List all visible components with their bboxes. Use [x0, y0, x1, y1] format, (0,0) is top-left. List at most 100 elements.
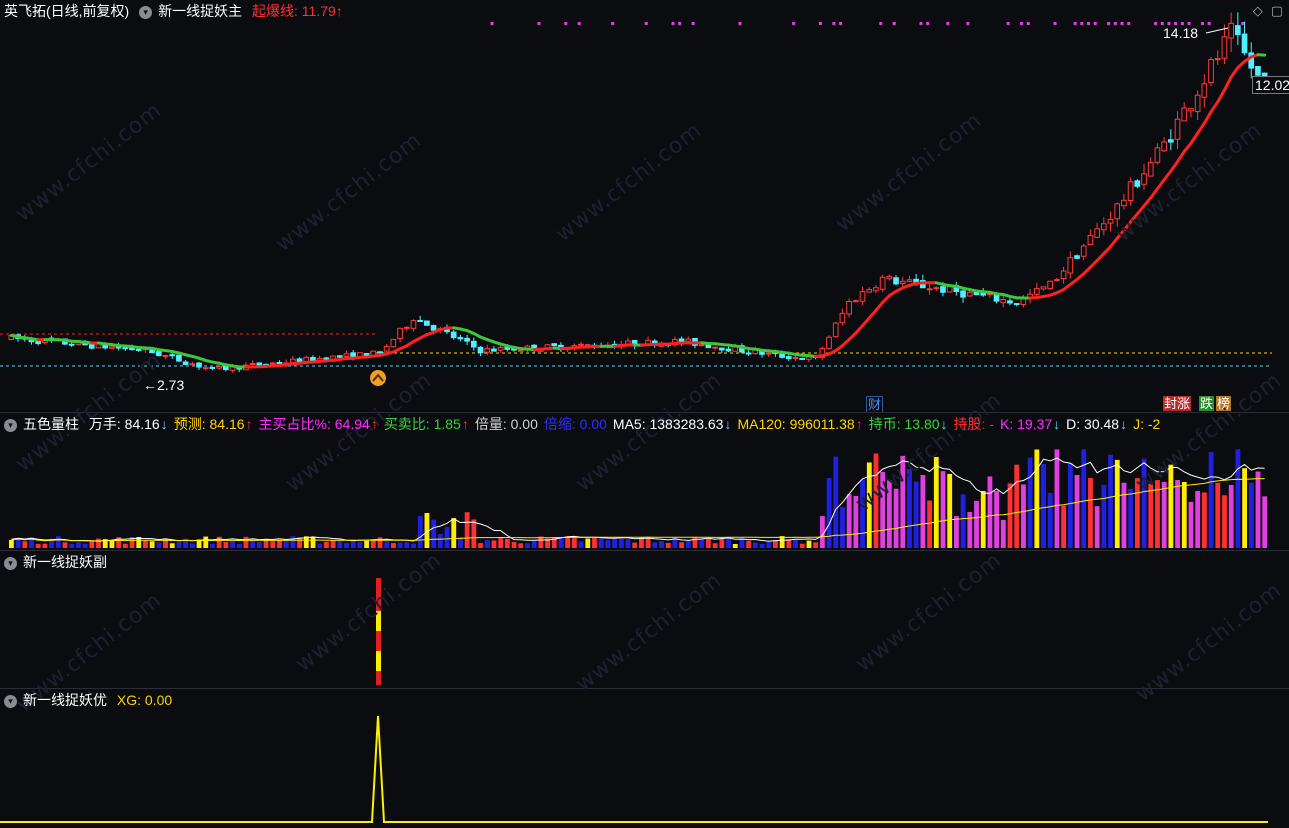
- candle-body: [457, 337, 464, 340]
- high-price-label: 14.18: [1163, 25, 1199, 41]
- signal-dot: [926, 22, 930, 25]
- candle-body: [1100, 223, 1107, 231]
- volume-bar: [933, 456, 939, 548]
- volume-bar: [344, 542, 349, 548]
- volume-bar: [605, 539, 611, 548]
- volume-bar: [364, 540, 370, 548]
- volume-bar: [578, 541, 584, 548]
- candle-body: [846, 301, 852, 315]
- chevron-down-icon[interactable]: ▾: [139, 6, 153, 19]
- signal-dot: [1200, 22, 1204, 25]
- sub-title[interactable]: 新一线捉妖副: [23, 554, 107, 570]
- signal-dot: [490, 22, 494, 25]
- volume-bar: [806, 540, 812, 548]
- candle-body: [1161, 141, 1167, 152]
- signal-dot: [839, 22, 843, 25]
- candle-body: [1221, 36, 1228, 59]
- volume-bar: [987, 476, 993, 548]
- volume-bar: [256, 541, 262, 548]
- volume-bar: [665, 542, 671, 548]
- signal-dot: [1073, 22, 1077, 25]
- volume-bar: [1014, 464, 1020, 548]
- volume-bar: [1248, 482, 1254, 548]
- volume-bar: [122, 543, 128, 548]
- volume-bar: [464, 512, 470, 548]
- volume-bar: [692, 537, 698, 548]
- candle-body: [202, 367, 209, 370]
- volume-bar: [431, 519, 437, 548]
- ma-line-segment: [867, 308, 878, 320]
- volume-bar: [927, 500, 933, 548]
- opt-indicator-panel[interactable]: ▾ 新一线捉妖优 XG: 0.00: [0, 689, 1289, 828]
- chevron-down-icon[interactable]: ▾: [4, 419, 17, 432]
- volume-bar: [592, 537, 597, 548]
- signal-dot: [792, 22, 796, 25]
- ma-line-segment: [1109, 236, 1119, 249]
- limit-up-badge[interactable]: 封涨: [1163, 396, 1192, 411]
- volume-bar: [538, 536, 544, 548]
- volume-bar: [22, 541, 28, 548]
- chevron-down-icon[interactable]: ▾: [4, 557, 17, 570]
- candle-body: [705, 344, 712, 349]
- candle-body: [390, 338, 397, 348]
- volume-bar: [893, 488, 899, 548]
- volume-bar: [82, 543, 88, 548]
- signal-dot: [577, 22, 581, 25]
- arrow-up-icon: ↑: [461, 416, 469, 432]
- finance-badge[interactable]: 财: [866, 396, 884, 412]
- arrow-down-icon: ↓: [160, 416, 168, 432]
- volume-bar: [156, 542, 162, 548]
- candle-body: [792, 357, 799, 360]
- volume-bar: [511, 541, 517, 548]
- volume-bar: [659, 541, 664, 548]
- candle-body: [222, 366, 229, 371]
- opt-title[interactable]: 新一线捉妖优: [23, 692, 107, 708]
- candle-body: [1181, 107, 1188, 122]
- signal-dot: [1107, 22, 1111, 25]
- volume-bar: [779, 536, 785, 548]
- volume-bar: [1074, 475, 1080, 548]
- chevron-down-icon[interactable]: ▾: [4, 695, 17, 708]
- candle-body: [289, 358, 296, 364]
- signal-dot: [671, 22, 675, 25]
- volume-bar: [598, 538, 604, 548]
- volume-bar: [444, 527, 450, 548]
- volume-bar: [1215, 482, 1221, 548]
- candle-body: [162, 354, 169, 357]
- volume-stat-8: 持币: 13.80: [868, 416, 940, 432]
- volume-bar: [746, 540, 752, 548]
- candle-body: [1067, 257, 1074, 274]
- candle-body: [68, 343, 75, 346]
- candle-body: [1134, 180, 1141, 187]
- volume-bar: [1094, 506, 1100, 548]
- volume-bar: [518, 543, 524, 548]
- xg-line: [0, 715, 1268, 823]
- volume-bar: [203, 536, 209, 548]
- indicator-name[interactable]: 新一线捉妖主: [158, 3, 242, 19]
- candle-body: [176, 354, 182, 362]
- volume-bar: [525, 543, 530, 548]
- candle-body: [1114, 203, 1121, 220]
- volume-bar: [1201, 492, 1207, 548]
- volume-bar: [1108, 454, 1113, 548]
- ma-line-segment: [1209, 100, 1220, 114]
- volume-bar: [846, 494, 852, 548]
- volume-bar: [712, 543, 718, 548]
- volume-stat-12: J: -2: [1133, 416, 1161, 432]
- volume-bar: [960, 494, 966, 548]
- volume-title[interactable]: 五色量柱: [23, 416, 79, 432]
- candle-body: [1040, 286, 1047, 290]
- volume-stat-5: 倍缩: 0.00: [543, 416, 607, 432]
- candle-body: [873, 287, 879, 292]
- fall-badge[interactable]: 跌: [1199, 396, 1215, 411]
- volume-bar: [1027, 457, 1033, 548]
- signal-dot: [1080, 22, 1084, 25]
- volume-bar: [69, 543, 75, 548]
- price-chart[interactable]: [0, 0, 1289, 413]
- volume-bar: [531, 540, 537, 548]
- candle-body: [417, 320, 424, 323]
- volume-bar: [297, 537, 303, 548]
- main-chart-panel[interactable]: 英飞拓(日线,前复权) ▾ 新一线捉妖主 起爆线: 11.79↑ ◇ ▢ 14.18…: [0, 0, 1289, 413]
- xg-chart[interactable]: [0, 689, 1289, 828]
- volume-bar: [726, 537, 731, 548]
